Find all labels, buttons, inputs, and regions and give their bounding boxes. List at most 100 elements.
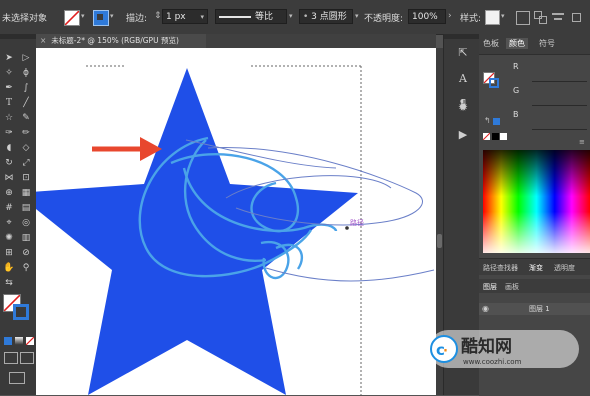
anchor-label: 路径: [350, 218, 364, 227]
chevron-down-icon[interactable]: ▾: [81, 12, 85, 20]
mesh-tool-icon[interactable]: #: [3, 202, 15, 214]
svg-text:·: ·: [443, 344, 448, 359]
eyedropper-tool-icon[interactable]: ⌖: [3, 217, 15, 229]
stroke-profile-select[interactable]: 等比: [215, 9, 287, 24]
type-tool-icon[interactable]: T: [3, 97, 15, 109]
scale-tool-icon[interactable]: ⤢: [20, 157, 32, 169]
channel-g-slider[interactable]: [532, 105, 587, 106]
style-swatch[interactable]: [485, 10, 500, 25]
tab-pathfinder[interactable]: 路径查找器: [483, 263, 518, 273]
star-tool-icon[interactable]: ☆: [3, 112, 15, 124]
pencil-tool-icon[interactable]: ✏: [20, 127, 32, 139]
align-icon[interactable]: [552, 11, 564, 23]
panel-stroke-proxy[interactable]: [489, 78, 499, 88]
magic-wand-tool-icon[interactable]: ✧: [3, 67, 15, 79]
canvas-artwork[interactable]: 路径: [36, 48, 436, 395]
stroke-proxy[interactable]: [13, 304, 29, 320]
tab-gradient[interactable]: 渐变: [529, 263, 543, 273]
arrow-annotation: [92, 137, 162, 161]
gradient-tool-icon[interactable]: ▤: [20, 202, 32, 214]
shaper-tool-icon[interactable]: ✑: [3, 127, 15, 139]
spectrum-toolbar: ≡: [479, 138, 590, 150]
symbol-sprayer-tool-icon[interactable]: ✺: [3, 232, 15, 244]
artboard-tool-icon[interactable]: ⊞: [3, 247, 15, 259]
transform-icon[interactable]: [570, 11, 582, 23]
slice-tool-icon[interactable]: ⊘: [20, 247, 32, 259]
swap-icon[interactable]: ↰: [484, 116, 491, 125]
blend-tool-icon[interactable]: ◎: [20, 217, 32, 229]
toolbar-grip[interactable]: [0, 34, 36, 39]
zoom-tool-icon[interactable]: ⚲: [20, 262, 32, 274]
color-mode-button[interactable]: [4, 337, 12, 345]
channel-g-label: G: [513, 86, 520, 95]
chevron-down-icon[interactable]: ▾: [289, 12, 293, 20]
document-setup-icon[interactable]: [516, 11, 530, 25]
width-tool-icon[interactable]: ⋈: [3, 172, 15, 184]
watermark-brand: 酷知网: [461, 336, 512, 357]
style-label: 样式:: [460, 14, 482, 24]
control-bar: 未选择对象 ▾ ▾ 描边: ⇕ 1 px ▾ 等比 ▾ • 3 点圆形 ▾ 不透明…: [0, 0, 590, 35]
channel-b-slider[interactable]: [532, 129, 587, 130]
brush-select[interactable]: • 3 点圆形: [299, 9, 353, 24]
column-graph-tool-icon[interactable]: ▥: [20, 232, 32, 244]
chevron-right-icon[interactable]: ›: [448, 11, 452, 21]
character-panel-icon[interactable]: A: [457, 73, 469, 85]
blob-brush-tool-icon[interactable]: ◖: [3, 142, 15, 154]
rotate-tool-icon[interactable]: ↻: [3, 157, 15, 169]
export-icon[interactable]: ⇱: [457, 47, 469, 59]
edit-toolbar-icon[interactable]: [9, 372, 25, 384]
screen-mode-icon[interactable]: [20, 352, 34, 364]
selection-status: 未选择对象: [2, 14, 48, 24]
document-title: 未标题-2* @ 150% (RGB/GPU 预览): [51, 36, 179, 45]
channel-r-slider[interactable]: [532, 81, 587, 82]
paintbrush-tool-icon[interactable]: ✎: [20, 112, 32, 124]
chevron-down-icon[interactable]: ▾: [501, 12, 505, 20]
play-action-icon[interactable]: ▶: [457, 129, 469, 141]
stepper-icon[interactable]: ⇕: [154, 11, 162, 21]
sun-icon[interactable]: ✹: [457, 101, 469, 113]
opacity-label: 不透明度:: [364, 14, 404, 24]
eraser-tool-icon[interactable]: ◇: [20, 142, 32, 154]
watermark: c · 酷知网 www.coozhi.com: [429, 330, 579, 368]
tab-swatches[interactable]: 色板: [483, 38, 499, 49]
free-transform-tool-icon[interactable]: ⊡: [20, 172, 32, 184]
line-tool-icon[interactable]: ╱: [20, 97, 32, 109]
layer-row[interactable]: ◉ 图层 1: [479, 303, 590, 315]
channel-b-label: B: [513, 110, 519, 119]
current-color-chip[interactable]: [493, 118, 500, 125]
visibility-eye-icon[interactable]: ◉: [482, 304, 489, 313]
stroke-weight-field[interactable]: 1 px ▾: [162, 9, 208, 24]
chevron-down-icon[interactable]: ▾: [355, 12, 359, 20]
chevron-down-icon[interactable]: ▾: [110, 12, 114, 20]
shape-builder-tool-icon[interactable]: ⊕: [3, 187, 15, 199]
hand-tool-icon[interactable]: ✋: [3, 262, 15, 274]
arrange-icon[interactable]: [534, 11, 547, 24]
selection-tool-icon[interactable]: ➤: [3, 52, 15, 64]
swap-fill-stroke-icon[interactable]: ⇆: [3, 277, 15, 289]
none-mode-button[interactable]: [26, 337, 34, 345]
layer-name: 图层 1: [529, 305, 550, 313]
tab-color[interactable]: 颜色: [506, 38, 528, 49]
panel-menu-icon[interactable]: ≡: [579, 138, 585, 146]
pen-tool-icon[interactable]: ✒: [3, 82, 15, 94]
curvature-tool-icon[interactable]: ∫: [20, 82, 32, 94]
stroke-swatch[interactable]: [93, 10, 109, 26]
scrollbar-thumb[interactable]: [437, 234, 442, 248]
tab-symbols[interactable]: 符号: [539, 38, 555, 49]
direct-selection-tool-icon[interactable]: ▷: [20, 52, 32, 64]
tab-artboards[interactable]: 画板: [505, 282, 519, 292]
tab-layers[interactable]: 图层: [483, 282, 497, 292]
document-tab[interactable]: × 未标题-2* @ 150% (RGB/GPU 预览): [36, 34, 206, 48]
none-slash-icon: [65, 11, 79, 25]
anchor-point: [345, 226, 349, 230]
gradient-mode-button[interactable]: [15, 337, 23, 345]
color-spectrum-shade[interactable]: [483, 150, 590, 253]
perspective-grid-tool-icon[interactable]: ▦: [20, 187, 32, 199]
lasso-tool-icon[interactable]: ϕ: [20, 67, 32, 79]
tab-transparency[interactable]: 透明度: [554, 263, 575, 273]
watermark-url: www.coozhi.com: [463, 358, 522, 366]
opacity-field[interactable]: 100%: [408, 9, 446, 24]
fill-swatch[interactable]: [64, 10, 80, 26]
close-icon[interactable]: ×: [40, 36, 46, 45]
draw-mode-icon[interactable]: [4, 352, 18, 364]
